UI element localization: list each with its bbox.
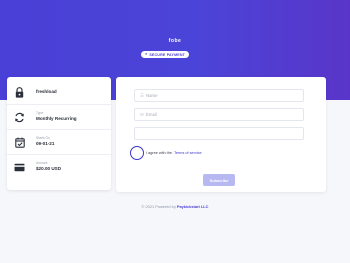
lock-icon bbox=[14, 87, 25, 98]
terms-row: I agree with the Terms of service bbox=[130, 146, 250, 161]
name-field: ☰ bbox=[134, 89, 304, 102]
summary-row-amount: Amount $20.00 USD bbox=[7, 155, 111, 180]
terms-checkbox[interactable] bbox=[130, 146, 144, 160]
subscribe-button[interactable]: Subscribe bbox=[203, 174, 235, 186]
brand-logo: fobe bbox=[168, 38, 182, 44]
terms-prefix: I agree with the bbox=[146, 151, 172, 155]
terms-text: I agree with the Terms of service bbox=[146, 151, 202, 155]
card-input[interactable] bbox=[140, 128, 290, 139]
lock-icon: ● bbox=[144, 51, 148, 56]
starts-on-value: 09-01-21 bbox=[36, 141, 55, 146]
secure-payment-badge: ● SECURE PAYMENT bbox=[141, 51, 189, 58]
summary-row-product: freshload bbox=[7, 80, 111, 105]
summary-row-type: Type Monthly Recurring bbox=[7, 105, 111, 130]
credit-card-icon bbox=[14, 162, 25, 173]
starts-on-label: Starts On bbox=[36, 136, 50, 140]
summary-row-starts-on: Starts On 09-01-21 bbox=[7, 130, 111, 155]
footer: © 2021 Powered by Paykickstart LLC bbox=[0, 204, 350, 209]
card-field bbox=[134, 127, 304, 140]
secure-payment-label: SECURE PAYMENT bbox=[149, 52, 186, 57]
amount-label: Amount bbox=[36, 161, 48, 165]
footer-brand-link[interactable]: Paykickstart LLC bbox=[177, 204, 209, 209]
amount-value: $20.00 USD bbox=[36, 166, 62, 171]
footer-copyright: © 2021 Powered by bbox=[141, 204, 176, 209]
email-input[interactable] bbox=[146, 109, 296, 120]
product-name: freshload bbox=[36, 89, 57, 94]
calendar-check-icon bbox=[14, 137, 25, 148]
mail-icon: ✉ bbox=[140, 111, 144, 117]
terms-link[interactable]: Terms of service bbox=[174, 151, 202, 155]
type-value: Monthly Recurring bbox=[36, 116, 77, 121]
payment-form-card: ☰ ✉ I agree with the Terms of service Su… bbox=[116, 77, 326, 192]
email-field: ✉ bbox=[134, 108, 304, 121]
type-label: Type bbox=[36, 111, 44, 115]
name-input[interactable] bbox=[146, 90, 296, 101]
user-icon: ☰ bbox=[140, 92, 144, 98]
refresh-icon bbox=[14, 112, 25, 123]
order-summary-card: freshload Type Monthly Recurring Starts … bbox=[7, 77, 111, 190]
